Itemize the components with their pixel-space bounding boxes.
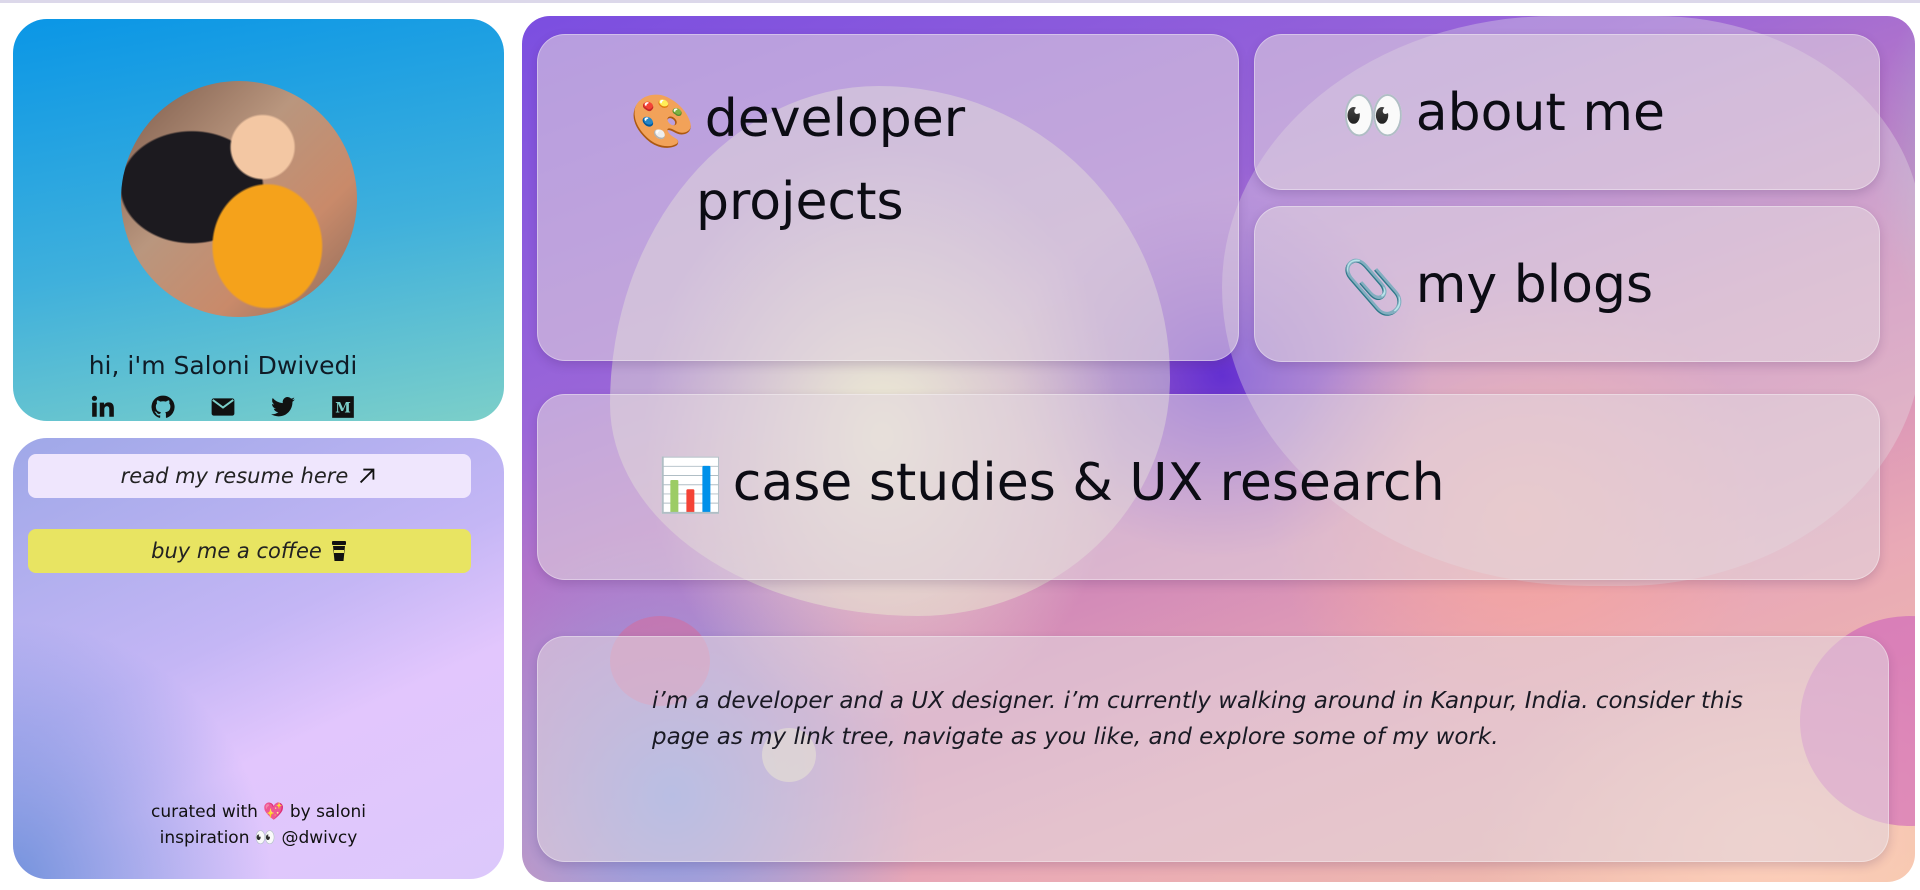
my-blogs-tile[interactable]: 📎 my blogs	[1254, 206, 1880, 362]
tile-title-text: about me	[1415, 83, 1665, 143]
credits-line: inspiration 👀 @dwivcy	[159, 828, 358, 848]
coffee-cup-icon	[331, 541, 346, 561]
bio-tile: i’m a developer and a UX designer. i’m c…	[537, 636, 1889, 862]
coffee-button-label: buy me a coffee	[151, 539, 322, 563]
tile-title-line: developer	[704, 89, 966, 149]
credits: curated with 💖 by saloni inspiration 👀 @…	[13, 799, 504, 851]
about-me-tile[interactable]: 👀 about me	[1254, 34, 1880, 190]
svg-text:M: M	[335, 400, 351, 416]
medium-icon[interactable]: M	[329, 393, 357, 421]
resume-button[interactable]: read my resume here	[28, 454, 471, 498]
bar-chart-icon: 📊	[658, 456, 723, 516]
avatar	[121, 81, 357, 317]
envelope-icon[interactable]	[209, 393, 237, 421]
tile-title: 📊 case studies & UX research	[658, 443, 1445, 526]
tile-title-line: projects	[696, 172, 904, 232]
paperclip-icon: 📎	[1341, 258, 1406, 318]
resume-button-label: read my resume here	[120, 464, 349, 488]
social-links: M	[89, 393, 357, 421]
tile-title: 🎨 developer projects	[630, 79, 1050, 242]
bio-text: i’m a developer and a UX designer. i’m c…	[652, 688, 1743, 750]
tile-title-text: case studies & UX research	[732, 453, 1445, 513]
links-card: read my resume here buy me a coffee cura…	[13, 438, 504, 879]
palette-icon: 🎨	[630, 92, 695, 152]
credits-line: curated with 💖 by saloni	[150, 802, 367, 822]
case-studies-tile[interactable]: 📊 case studies & UX research	[537, 394, 1880, 580]
github-icon[interactable]	[149, 393, 177, 421]
arrow-up-right-icon	[360, 468, 375, 484]
tile-title-text: my blogs	[1415, 255, 1654, 315]
coffee-button[interactable]: buy me a coffee	[28, 529, 471, 573]
top-border	[0, 0, 1920, 3]
eyes-icon: 👀	[1341, 86, 1406, 146]
tile-title: 📎 my blogs	[1341, 245, 1653, 328]
developer-projects-tile[interactable]: 🎨 developer projects	[537, 34, 1239, 361]
profile-name: hi, i'm Saloni Dwivedi	[88, 351, 358, 380]
linkedin-icon[interactable]	[89, 393, 117, 421]
tiles-panel: 🎨 developer projects 👀 about me 📎 my blogs …	[522, 16, 1915, 882]
tile-title: 👀 about me	[1341, 73, 1665, 156]
profile-card: hi, i'm Saloni Dwivedi M	[13, 19, 504, 421]
twitter-icon[interactable]	[269, 393, 297, 421]
